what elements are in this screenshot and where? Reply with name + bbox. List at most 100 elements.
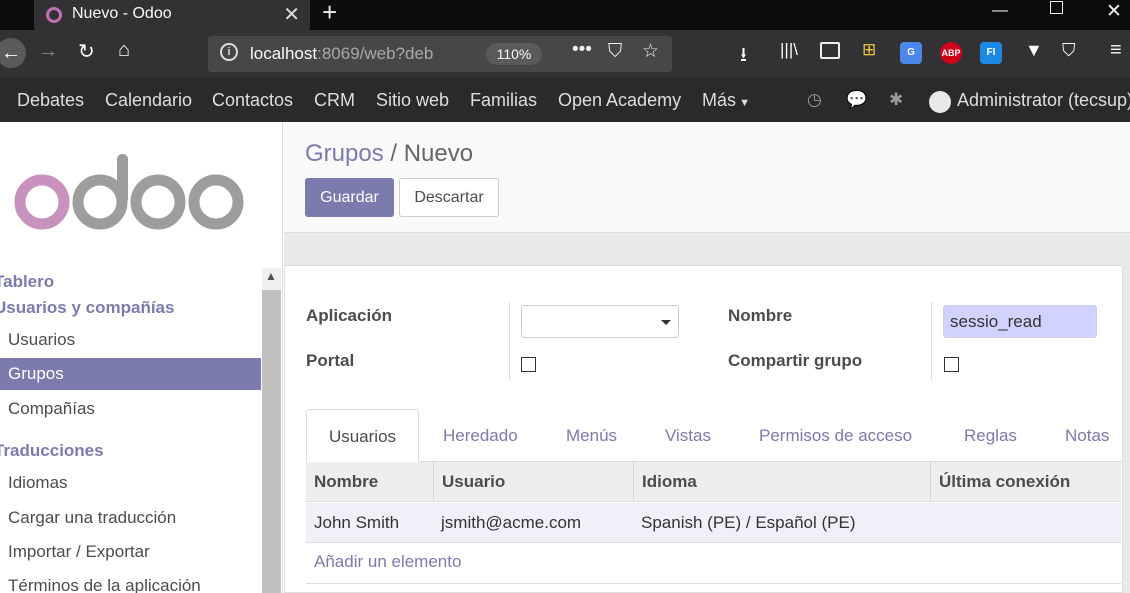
site-info-icon[interactable]: i bbox=[220, 43, 238, 61]
browser-tab-title: Nuevo - Odoo bbox=[72, 5, 172, 22]
compartir-grupo-checkbox[interactable] bbox=[944, 357, 959, 372]
menu-mas-label: Más bbox=[702, 90, 737, 110]
page-actions-icon[interactable]: ••• bbox=[572, 39, 592, 61]
fi-extension-icon[interactable]: FI bbox=[980, 42, 1002, 64]
sidebar-item-terminos[interactable]: Términos de la aplicación bbox=[0, 570, 261, 593]
download-icon[interactable]: ⭳ bbox=[740, 40, 747, 74]
pocket-icon[interactable]: ⛉ bbox=[608, 41, 622, 63]
avatar[interactable] bbox=[929, 91, 951, 113]
sidebar-item-importar-exportar[interactable]: Importar / Exportar bbox=[0, 536, 261, 568]
back-icon[interactable]: ← bbox=[0, 38, 26, 68]
cell-usuario: jsmith@acme.com bbox=[441, 513, 582, 532]
translate-extension-icon[interactable]: G bbox=[900, 42, 922, 64]
sidebar-section-tablero[interactable]: Tablero bbox=[0, 272, 54, 292]
notebook-tabs: Usuarios Heredado Menús Vistas Permisos … bbox=[306, 409, 1123, 463]
home-icon[interactable]: ⌂ bbox=[118, 39, 130, 62]
column-header-nombre[interactable]: Nombre bbox=[306, 462, 433, 502]
cell-nombre: John Smith bbox=[314, 513, 400, 532]
vivaldi-icon[interactable]: ▼ bbox=[1025, 40, 1043, 61]
activity-clock-icon[interactable]: ◷ bbox=[807, 90, 822, 110]
tab-vistas[interactable]: Vistas bbox=[665, 409, 711, 463]
sidebar: Tablero Usuarios y compañías Usuarios Gr… bbox=[0, 122, 283, 593]
debug-bug-icon[interactable]: ✱ bbox=[889, 90, 903, 110]
field-label-portal: Portal bbox=[306, 351, 355, 370]
save-button[interactable]: Guardar bbox=[305, 178, 394, 217]
caret-down-icon: ▼ bbox=[736, 97, 750, 109]
tab-permisos-acceso[interactable]: Permisos de acceso bbox=[759, 409, 912, 463]
new-tab-icon[interactable]: + bbox=[322, 0, 337, 28]
column-header-idioma[interactable]: Idioma bbox=[633, 462, 930, 502]
menu-open-academy[interactable]: Open Academy bbox=[558, 90, 681, 111]
adblock-icon[interactable]: ABP bbox=[940, 42, 962, 64]
field-label-compartir-grupo: Compartir grupo bbox=[728, 351, 863, 370]
control-panel: Grupos / Nuevo Guardar Descartar bbox=[284, 122, 1130, 233]
reload-icon[interactable]: ↻ bbox=[78, 39, 95, 64]
menu-mas[interactable]: Más ▼ bbox=[702, 90, 750, 111]
menu-debates[interactable]: Debates bbox=[17, 90, 84, 111]
column-header-usuario[interactable]: Usuario bbox=[433, 462, 633, 502]
column-header-ultima-conexion[interactable]: Última conexión bbox=[930, 462, 1121, 502]
odoo-logo bbox=[14, 154, 244, 230]
field-divider bbox=[931, 302, 932, 380]
discard-button[interactable]: Descartar bbox=[399, 178, 499, 217]
portal-checkbox[interactable] bbox=[521, 357, 536, 372]
field-label-nombre: Nombre bbox=[728, 306, 793, 325]
url-rest: :8069/web?deb bbox=[317, 44, 434, 63]
close-tab-icon[interactable]: ✕ bbox=[283, 2, 300, 27]
url-text[interactable]: localhost:8069/web?deb bbox=[250, 44, 478, 64]
scrollbar-thumb[interactable] bbox=[262, 290, 281, 593]
scroll-up-icon[interactable]: ▲ bbox=[265, 269, 277, 283]
table-header: Nombre Usuario Idioma Última conexión bbox=[306, 462, 1121, 502]
minimize-icon[interactable]: — bbox=[992, 2, 1008, 20]
sidebar-section-traducciones[interactable]: Traducciones bbox=[0, 441, 104, 461]
tab-heredado[interactable]: Heredado bbox=[443, 409, 518, 463]
sidebar-scrollbar[interactable]: ▲ bbox=[262, 268, 281, 593]
breadcrumb: Grupos / Nuevo bbox=[305, 140, 473, 168]
browser-tab[interactable]: Nuevo - Odoo ✕ bbox=[34, 0, 310, 30]
breadcrumb-current: Nuevo bbox=[403, 140, 474, 167]
extension-icon[interactable]: ⊞ bbox=[862, 40, 876, 60]
menu-contactos[interactable]: Contactos bbox=[212, 90, 293, 111]
sidebar-item-cargar-traduccion[interactable]: Cargar una traducción bbox=[0, 502, 261, 534]
browser-tab-strip: Nuevo - Odoo ✕ + — ✕ bbox=[0, 0, 1130, 30]
breadcrumb-separator: / bbox=[390, 140, 398, 167]
nombre-input[interactable]: sessio_read bbox=[943, 305, 1097, 338]
sidebar-item-grupos[interactable]: Grupos bbox=[0, 358, 261, 390]
field-label-aplicacion: Aplicación bbox=[306, 306, 392, 325]
sidebar-section-usuarios[interactable]: Usuarios y compañías bbox=[0, 298, 174, 318]
bookmark-star-icon[interactable]: ☆ bbox=[642, 40, 659, 63]
odoo-favicon-icon bbox=[46, 7, 62, 23]
library-icon[interactable]: |||\ bbox=[780, 40, 798, 60]
menu-familias[interactable]: Familias bbox=[470, 90, 537, 111]
breadcrumb-grupos[interactable]: Grupos bbox=[305, 140, 384, 167]
hamburger-menu-icon[interactable]: ≡ bbox=[1110, 39, 1122, 62]
user-menu[interactable]: Administrator (tecsup) bbox=[957, 90, 1130, 111]
zoom-indicator[interactable]: 110% bbox=[486, 43, 542, 65]
table-divider bbox=[306, 583, 1121, 584]
chat-icon[interactable]: 💬 bbox=[846, 90, 867, 110]
forward-icon[interactable]: → bbox=[38, 40, 58, 63]
url-bar[interactable]: i localhost:8069/web?deb 110% ••• ⛉ ☆ bbox=[208, 36, 672, 72]
sidebar-item-companias[interactable]: Compañías bbox=[0, 393, 261, 425]
field-divider bbox=[509, 302, 510, 380]
menu-sitio-web[interactable]: Sitio web bbox=[376, 90, 449, 111]
table-row[interactable]: John Smith jsmith@acme.com Spanish (PE) … bbox=[306, 503, 1121, 543]
menu-calendario[interactable]: Calendario bbox=[105, 90, 192, 111]
aplicacion-select[interactable] bbox=[521, 305, 679, 338]
tab-notas[interactable]: Notas bbox=[1065, 409, 1109, 463]
sidebar-item-usuarios[interactable]: Usuarios bbox=[0, 324, 261, 356]
cell-ultima-conexion bbox=[930, 503, 938, 543]
maximize-icon[interactable] bbox=[1050, 1, 1063, 14]
url-host: localhost bbox=[250, 44, 318, 63]
close-window-icon[interactable]: ✕ bbox=[1106, 0, 1122, 23]
tab-reglas[interactable]: Reglas bbox=[964, 409, 1017, 463]
caret-down-icon bbox=[661, 320, 671, 325]
sidebar-item-idiomas[interactable]: Idiomas bbox=[0, 467, 261, 499]
tab-menus[interactable]: Menús bbox=[566, 409, 617, 463]
add-line-link[interactable]: Añadir un elemento bbox=[314, 552, 461, 572]
shield-icon[interactable]: ⛉ bbox=[1062, 40, 1076, 61]
menu-crm[interactable]: CRM bbox=[314, 90, 355, 111]
tab-usuarios[interactable]: Usuarios bbox=[306, 409, 419, 463]
cell-idioma: Spanish (PE) / Español (PE) bbox=[641, 513, 856, 532]
sidebar-icon[interactable] bbox=[820, 42, 840, 59]
